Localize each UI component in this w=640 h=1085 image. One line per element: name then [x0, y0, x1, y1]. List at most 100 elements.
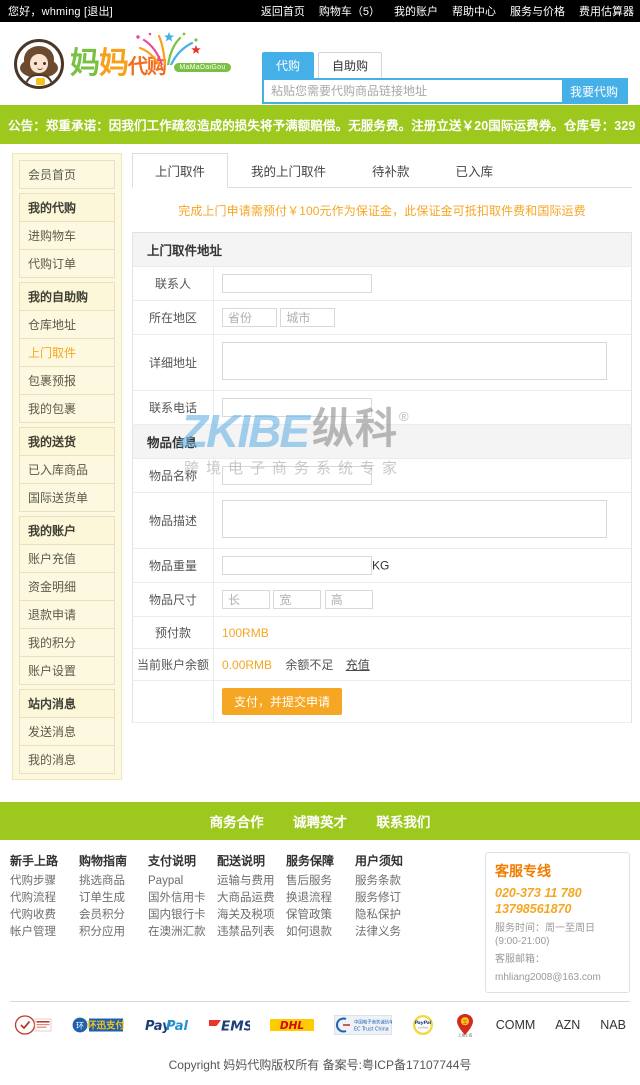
sidebar-item-account-settings[interactable]: 账户设置 [19, 656, 115, 685]
search-tab-selfbuy[interactable]: 自助购 [318, 52, 383, 78]
tab-pending-payment[interactable]: 待补款 [349, 153, 433, 188]
ec-trust-china-icon[interactable]: 中国电子商务诚信单位EC Trust China [333, 1014, 392, 1036]
recharge-link[interactable]: 充值 [346, 658, 370, 672]
shanghai-gongshang-icon[interactable]: 工上海工商 [454, 1014, 476, 1037]
paypal-icon[interactable]: Pay Pal [144, 1014, 188, 1036]
weight-input[interactable] [222, 556, 373, 575]
footer-link[interactable]: 海关及税项 [217, 907, 286, 924]
tab-my-pickup[interactable]: 我的上门取件 [228, 153, 349, 188]
footer-link[interactable]: 帐户管理 [10, 924, 79, 941]
footer-link[interactable]: 在澳洲汇款 [148, 924, 217, 941]
footer-column-user-notice: 用户须知 服务条款 服务修订 隐私保护 法律义务 [355, 852, 424, 941]
main-layout: 会员首页 我的代购 进购物车 代购订单 我的自助购 仓库地址 上门取件 包裹预报… [0, 144, 640, 780]
topnav-home[interactable]: 返回首页 [261, 3, 305, 19]
sidebar-item-my-messages[interactable]: 我的消息 [19, 745, 115, 774]
section-header-goods: 物品信息 [132, 424, 632, 459]
footer-link[interactable]: 如何退款 [286, 924, 355, 941]
sidebar-item-stocked-goods[interactable]: 已入库商品 [19, 455, 115, 484]
comm-bank-label[interactable]: COMM [496, 1018, 536, 1032]
azn-bank-label[interactable]: AZN [555, 1018, 580, 1032]
detail-address-textarea[interactable] [222, 342, 608, 380]
sidebar-item-warehouse-address[interactable]: 仓库地址 [19, 310, 115, 339]
goods-name-input[interactable] [222, 466, 373, 485]
sidebar-item-refund-request[interactable]: 退款申请 [19, 600, 115, 629]
footer-link[interactable]: 订单生成 [79, 890, 148, 907]
footer-nav-contact[interactable]: 联系我们 [376, 815, 430, 830]
tab-stocked[interactable]: 已入库 [433, 153, 517, 188]
mascot-avatar-icon [14, 38, 64, 89]
nab-bank-label[interactable]: NAB [600, 1018, 626, 1032]
content-tabs: 上门取件 我的上门取件 待补款 已入库 [132, 153, 632, 188]
sidebar-item-my-parcels[interactable]: 我的包裹 [19, 394, 115, 423]
topnav-fee-estimator[interactable]: 费用估算器 [579, 3, 634, 19]
footer-nav-careers[interactable]: 诚聘英才 [293, 815, 347, 830]
sidebar-group-account[interactable]: 我的账户 [19, 516, 115, 545]
footer-link[interactable]: 国内银行卡 [148, 907, 217, 924]
ems-icon[interactable]: EMS [208, 1014, 250, 1036]
sidebar-group-daigou[interactable]: 我的代购 [19, 193, 115, 222]
footer-link[interactable]: 代购收费 [10, 907, 79, 924]
site-logo[interactable]: 妈妈代购 MaMaDaiGou [0, 31, 231, 89]
search-input[interactable] [264, 80, 562, 102]
footer-link[interactable]: 保管政策 [286, 907, 355, 924]
footer-columns: 新手上路 代购步骤 代购流程 代购收费 帐户管理 购物指南 挑选商品 订单生成 … [0, 840, 640, 999]
sidebar-item-fund-details[interactable]: 资金明细 [19, 572, 115, 601]
sidebar-item-my-points[interactable]: 我的积分 [19, 628, 115, 657]
footer-link[interactable]: 挑选商品 [79, 873, 148, 890]
sidebar-item-member-home[interactable]: 会员首页 [19, 160, 115, 189]
footer-link[interactable]: 服务修订 [355, 890, 424, 907]
footer-link[interactable]: 售后服务 [286, 873, 355, 890]
size-height-input[interactable] [324, 590, 373, 609]
paypal-seal-icon[interactable]: PayPal verified [412, 1014, 434, 1036]
footer-link[interactable]: 积分应用 [79, 924, 148, 941]
sidebar-group-selfbuy[interactable]: 我的自助购 [19, 282, 115, 311]
sidebar-item-pickup[interactable]: 上门取件 [19, 338, 115, 367]
sidebar-item-cart[interactable]: 进购物车 [19, 221, 115, 250]
footer-link[interactable]: 服务条款 [355, 873, 424, 890]
footer-nav-business[interactable]: 商务合作 [210, 815, 264, 830]
footer-link[interactable]: 代购流程 [10, 890, 79, 907]
footer-link[interactable]: 国外信用卡 [148, 890, 217, 907]
footer-link[interactable]: 大商品运费 [217, 890, 286, 907]
search-submit-button[interactable]: 我要代购 [561, 80, 626, 102]
footer-link[interactable]: 违禁品列表 [217, 924, 286, 941]
footer-link[interactable]: 换退流程 [286, 890, 355, 907]
sidebar-group-delivery[interactable]: 我的送货 [19, 427, 115, 456]
topnav-account[interactable]: 我的账户 [394, 3, 438, 19]
topnav-service-price[interactable]: 服务与价格 [510, 3, 565, 19]
sidebar-item-send-message[interactable]: 发送消息 [19, 717, 115, 746]
goods-desc-textarea[interactable] [222, 500, 608, 538]
topnav-help[interactable]: 帮助中心 [452, 3, 496, 19]
search-tab-daigou[interactable]: 代购 [262, 52, 315, 78]
footer-link[interactable]: 代购步骤 [10, 873, 79, 890]
logout-link[interactable]: [退出] [84, 6, 113, 18]
tab-pickup[interactable]: 上门取件 [132, 153, 229, 188]
footer-link[interactable]: 法律义务 [355, 924, 424, 941]
topnav-cart[interactable]: 购物车（5） [319, 3, 380, 19]
sidebar-item-intl-delivery-order[interactable]: 国际送货单 [19, 483, 115, 512]
announcement-bar: 公告：郑重承诺：因我们工作疏忽造成的损失将予满额赔偿。无服务费。注册立送￥20国… [0, 105, 640, 144]
svg-text:DHL: DHL [280, 1020, 304, 1032]
footer-link[interactable]: 隐私保护 [355, 907, 424, 924]
size-length-input[interactable] [222, 590, 271, 609]
sidebar-item-recharge[interactable]: 账户充值 [19, 544, 115, 573]
footer-link[interactable]: 运输与费用 [217, 873, 286, 890]
huanxun-pay-icon[interactable]: 环环迅支付 [72, 1014, 124, 1036]
pay-and-submit-button[interactable]: 支付，并提交申请 [222, 688, 343, 715]
contact-input[interactable] [222, 274, 373, 293]
brand-chars: 妈妈代购 [70, 47, 173, 80]
footer-link[interactable]: Paypal [148, 873, 217, 890]
dhl-icon[interactable]: DHL [269, 1014, 314, 1036]
city-input[interactable] [280, 308, 336, 327]
icp-cert-icon[interactable] [14, 1014, 52, 1036]
footer-col-title: 支付说明 [148, 854, 197, 868]
sidebar-item-daigou-orders[interactable]: 代购订单 [19, 249, 115, 278]
label-goods-desc: 物品描述 [132, 492, 215, 549]
sidebar-item-parcel-forecast[interactable]: 包裹预报 [19, 366, 115, 395]
footer-link[interactable]: 会员积分 [79, 907, 148, 924]
sidebar-group-messages[interactable]: 站内消息 [19, 689, 115, 718]
province-input[interactable] [222, 308, 278, 327]
service-phone-2: 13798561870 [495, 902, 572, 916]
phone-input[interactable] [222, 398, 373, 417]
size-width-input[interactable] [273, 590, 322, 609]
